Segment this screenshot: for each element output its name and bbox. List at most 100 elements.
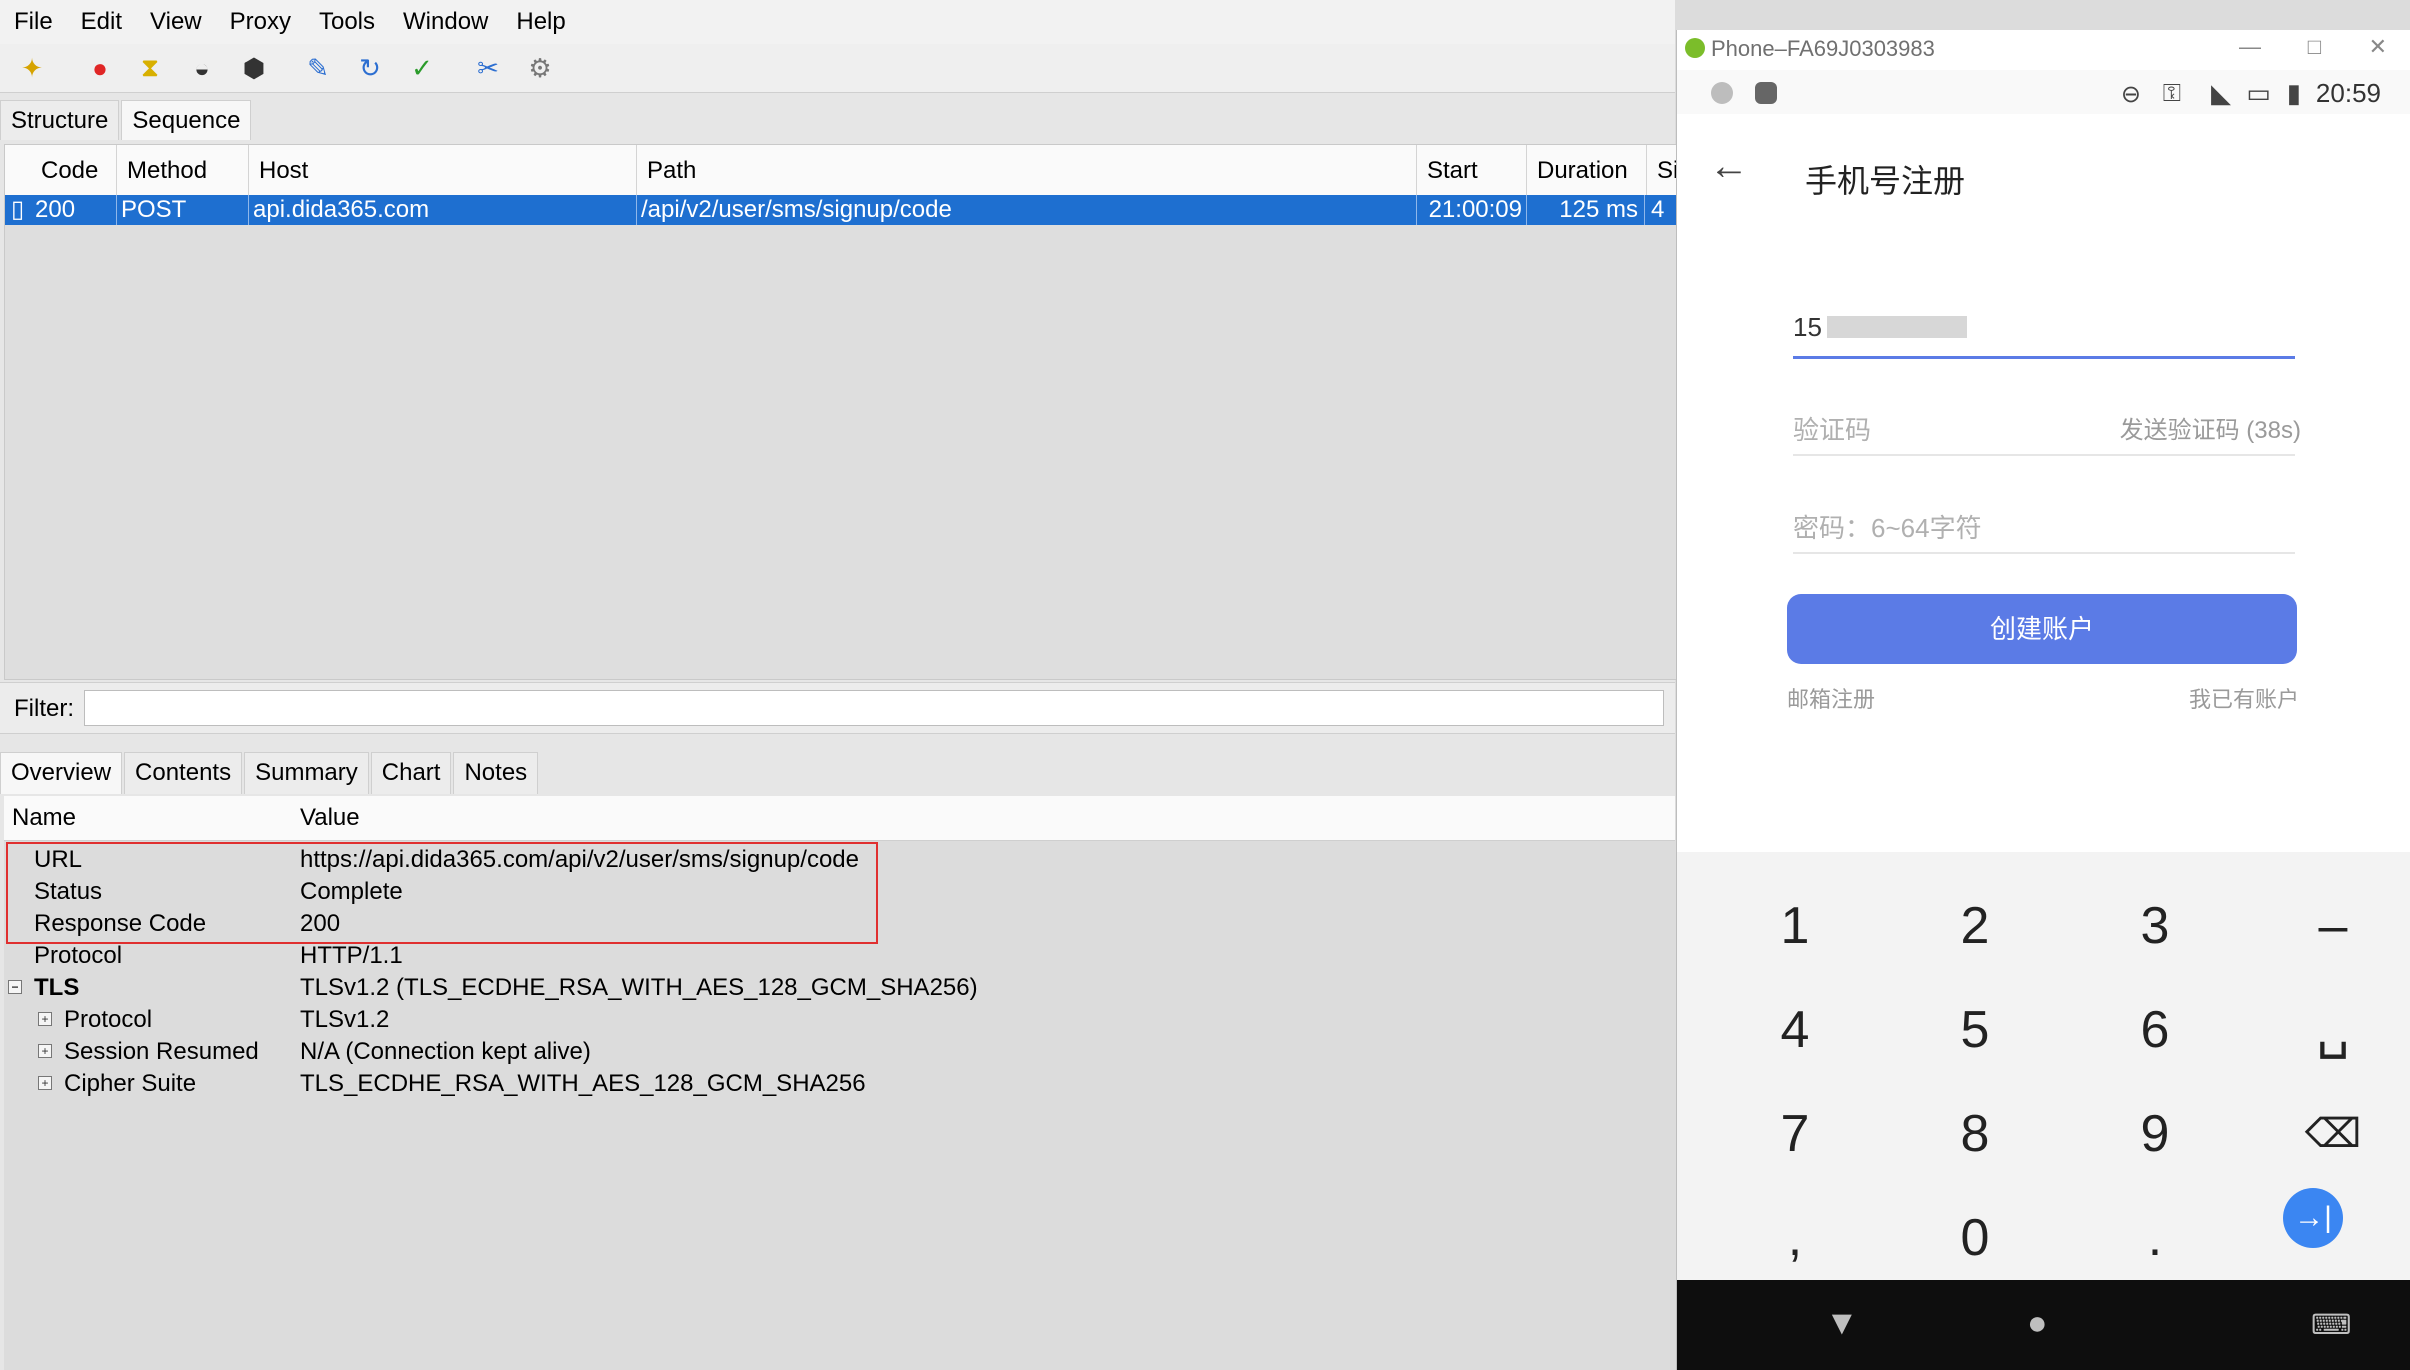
dnd-icon: ⊖	[2120, 81, 2141, 108]
col-path[interactable]: Path	[637, 145, 1417, 195]
key-6[interactable]: 6	[2095, 990, 2215, 1070]
cell-host: api.dida365.com	[253, 195, 637, 225]
col-duration[interactable]: Duration	[1527, 145, 1647, 195]
menu-tools[interactable]: Tools	[305, 8, 389, 36]
menu-proxy[interactable]: Proxy	[216, 8, 305, 36]
have-account-link[interactable]: 我已有账户	[2189, 682, 2299, 714]
highlight-box	[6, 842, 878, 944]
password-placeholder: 密码：6~64字符	[1793, 513, 1982, 543]
tab-structure[interactable]: Structure	[0, 100, 120, 140]
notification-icon	[1711, 82, 1733, 104]
filter-input[interactable]	[84, 690, 1664, 726]
details-tabs: Overview Contents Summary Chart Notes	[0, 752, 540, 794]
key-5[interactable]: 5	[1915, 990, 2035, 1070]
back-nav-icon[interactable]: ▼	[1825, 1304, 1859, 1343]
menu-view[interactable]: View	[136, 8, 216, 36]
col-method[interactable]: Method	[117, 145, 249, 195]
cell-start: 21:00:09	[1419, 195, 1527, 225]
cell-code: 200	[35, 195, 117, 225]
key-period[interactable]: .	[2095, 1198, 2215, 1278]
tab-chart[interactable]: Chart	[370, 752, 452, 794]
detail-row-cipher-suite[interactable]: + Cipher Suite TLS_ECDHE_RSA_WITH_AES_12…	[4, 1068, 1204, 1100]
key-comma[interactable]: ,	[1735, 1198, 1855, 1278]
col-size[interactable]: Siz	[1647, 145, 1677, 195]
tab-overview[interactable]: Overview	[0, 752, 123, 794]
menu-help[interactable]: Help	[502, 8, 579, 36]
phone-window: Phone–FA69J0303983 — □ ✕ ⊖ ⚿ ◣ ▭ ▮ 20:59…	[1676, 30, 2410, 1370]
broom-icon[interactable]: ✦	[14, 50, 50, 86]
close-icon[interactable]: ✕	[2369, 34, 2387, 60]
keyboard-enter-icon[interactable]: →|	[2283, 1188, 2343, 1248]
file-icon: ▯	[11, 196, 25, 223]
android-icon	[1685, 38, 1705, 58]
tab-notes[interactable]: Notes	[453, 752, 539, 794]
email-register-link[interactable]: 邮箱注册	[1787, 682, 1875, 714]
key-9[interactable]: 9	[2095, 1094, 2215, 1174]
tools-icon[interactable]: ✂	[470, 50, 506, 86]
phone-number-field[interactable]: 15	[1793, 298, 2295, 359]
key-2[interactable]: 2	[1915, 886, 2035, 966]
col-code[interactable]: Code	[31, 145, 117, 195]
tab-summary[interactable]: Summary	[244, 752, 369, 794]
key-3[interactable]: 3	[2095, 886, 2215, 966]
pen-icon[interactable]: ✎	[300, 50, 336, 86]
key-8[interactable]: 8	[1915, 1094, 2035, 1174]
gear-icon[interactable]: ⚙	[522, 50, 558, 86]
key-space[interactable]: ␣	[2273, 990, 2393, 1070]
detail-row-session-resumed[interactable]: + Session Resumed N/A (Connection kept a…	[4, 1036, 1204, 1068]
refresh-icon[interactable]: ↻	[352, 50, 388, 86]
menu-edit[interactable]: Edit	[67, 8, 136, 36]
expand-icon[interactable]: +	[38, 1076, 52, 1090]
back-arrow-icon[interactable]: ←	[1709, 144, 1749, 189]
proxy-app: File Edit View Proxy Tools Window Help ✦…	[0, 0, 1677, 1370]
detail-row-tls[interactable]: − TLS TLSv1.2 (TLS_ECDHE_RSA_WITH_AES_12…	[4, 972, 1204, 1004]
expand-icon[interactable]: +	[38, 1012, 52, 1026]
expand-icon[interactable]: +	[38, 1044, 52, 1058]
phone-number-value: 15	[1793, 312, 1822, 342]
phone-window-title: Phone–FA69J0303983	[1711, 36, 1935, 61]
header-name: Name	[12, 804, 77, 831]
battery-icon: ▮	[2286, 78, 2301, 108]
throttle-icon[interactable]: ⧗	[132, 50, 168, 86]
create-account-button[interactable]: 创建账户	[1787, 594, 2297, 664]
key-1[interactable]: 1	[1735, 886, 1855, 966]
key-minus[interactable]: –	[2273, 886, 2393, 966]
password-field[interactable]: 密码：6~64字符	[1793, 494, 2295, 554]
detail-value: TLSv1.2 (TLS_ECDHE_RSA_WITH_AES_128_GCM_…	[300, 974, 978, 1001]
collapse-icon[interactable]: −	[8, 980, 22, 994]
check-icon[interactable]: ✓	[404, 50, 440, 86]
detail-row-tls-protocol[interactable]: + Protocol TLSv1.2	[4, 1004, 1204, 1036]
app-bar: ← 手机号注册	[1677, 114, 2410, 224]
keyboard-icon[interactable]: ⌨	[2311, 1308, 2351, 1341]
stop-icon[interactable]: ⬢	[236, 50, 272, 86]
maximize-icon[interactable]: □	[2308, 34, 2321, 60]
detail-value: N/A (Connection kept alive)	[300, 1038, 591, 1065]
send-code-button[interactable]: 发送验证码 (38s)	[2120, 410, 2301, 445]
detail-name: Protocol	[34, 942, 123, 969]
header-value: Value	[300, 804, 360, 831]
menu-file[interactable]: File	[0, 8, 67, 36]
phone-title-bar: Phone–FA69J0303983 — □ ✕	[1677, 30, 2410, 71]
detail-name: Cipher Suite	[64, 1070, 197, 1097]
minimize-icon[interactable]: —	[2239, 34, 2261, 60]
record-icon[interactable]: ●	[82, 50, 118, 86]
filter-label: Filter:	[14, 695, 74, 722]
no-sim-icon: ▭	[2246, 78, 2271, 108]
table-row[interactable]: ▯ 200 POST api.dida365.com /api/v2/user/…	[5, 195, 1676, 225]
key-backspace[interactable]: ⌫	[2273, 1094, 2393, 1174]
menu-window[interactable]: Window	[389, 8, 502, 36]
status-time: 20:59	[2315, 78, 2381, 108]
col-host[interactable]: Host	[249, 145, 637, 195]
detail-row-protocol[interactable]: Protocol HTTP/1.1	[4, 940, 1204, 972]
turtle-icon[interactable]: ◒	[184, 50, 220, 86]
key-7[interactable]: 7	[1735, 1094, 1855, 1174]
key-4[interactable]: 4	[1735, 990, 1855, 1070]
wifi-icon: ◣	[2211, 78, 2231, 108]
key-0[interactable]: 0	[1915, 1198, 2035, 1278]
home-nav-icon[interactable]: ●	[2027, 1304, 2048, 1343]
tab-sequence[interactable]: Sequence	[121, 100, 252, 140]
tab-contents[interactable]: Contents	[124, 752, 243, 794]
verification-code-field[interactable]: 验证码 发送验证码 (38s)	[1793, 396, 2301, 456]
overview-header: Name Value	[4, 796, 1675, 841]
col-start[interactable]: Start	[1417, 145, 1527, 195]
